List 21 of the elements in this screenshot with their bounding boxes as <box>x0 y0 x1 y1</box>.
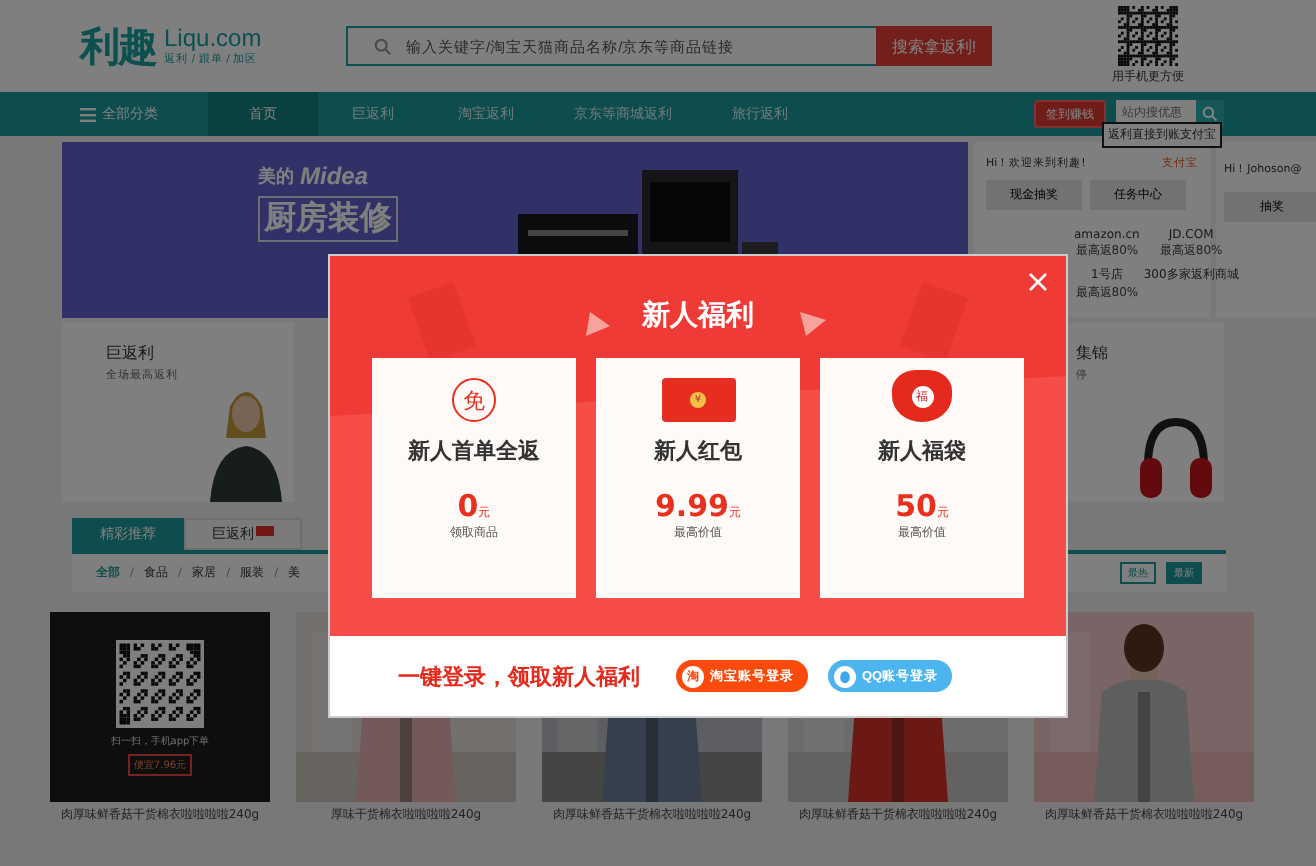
brand-logo: Midea <box>300 162 369 190</box>
benefit-title: 新人福袋 <box>878 436 966 466</box>
qr-code-icon <box>116 639 204 727</box>
banner-headline: 厨房装修 <box>258 196 398 242</box>
qr-code-icon <box>1118 6 1178 66</box>
close-icon[interactable] <box>1026 270 1050 294</box>
search-icon <box>1202 106 1218 122</box>
headphones-icon <box>1136 414 1216 502</box>
search-button[interactable]: 搜索拿返利! <box>876 26 992 66</box>
promo-title: 巨返利 <box>106 342 156 364</box>
promo-title: 集锦 <box>1076 342 1108 364</box>
free-badge-icon: 免 <box>452 378 496 422</box>
qq-icon <box>834 665 856 687</box>
site-logo[interactable]: 利趣 <box>80 19 156 73</box>
brand-name: 美的 <box>258 164 294 189</box>
benefit-title: 新人红包 <box>654 436 742 466</box>
menu-icon <box>80 107 96 121</box>
site-domain: Liqu.com <box>164 26 262 53</box>
login-prompt: 一键登录，领取新人福利 <box>398 661 640 691</box>
benefit-title: 新人首单全返 <box>408 436 540 466</box>
search-icon <box>374 37 392 55</box>
